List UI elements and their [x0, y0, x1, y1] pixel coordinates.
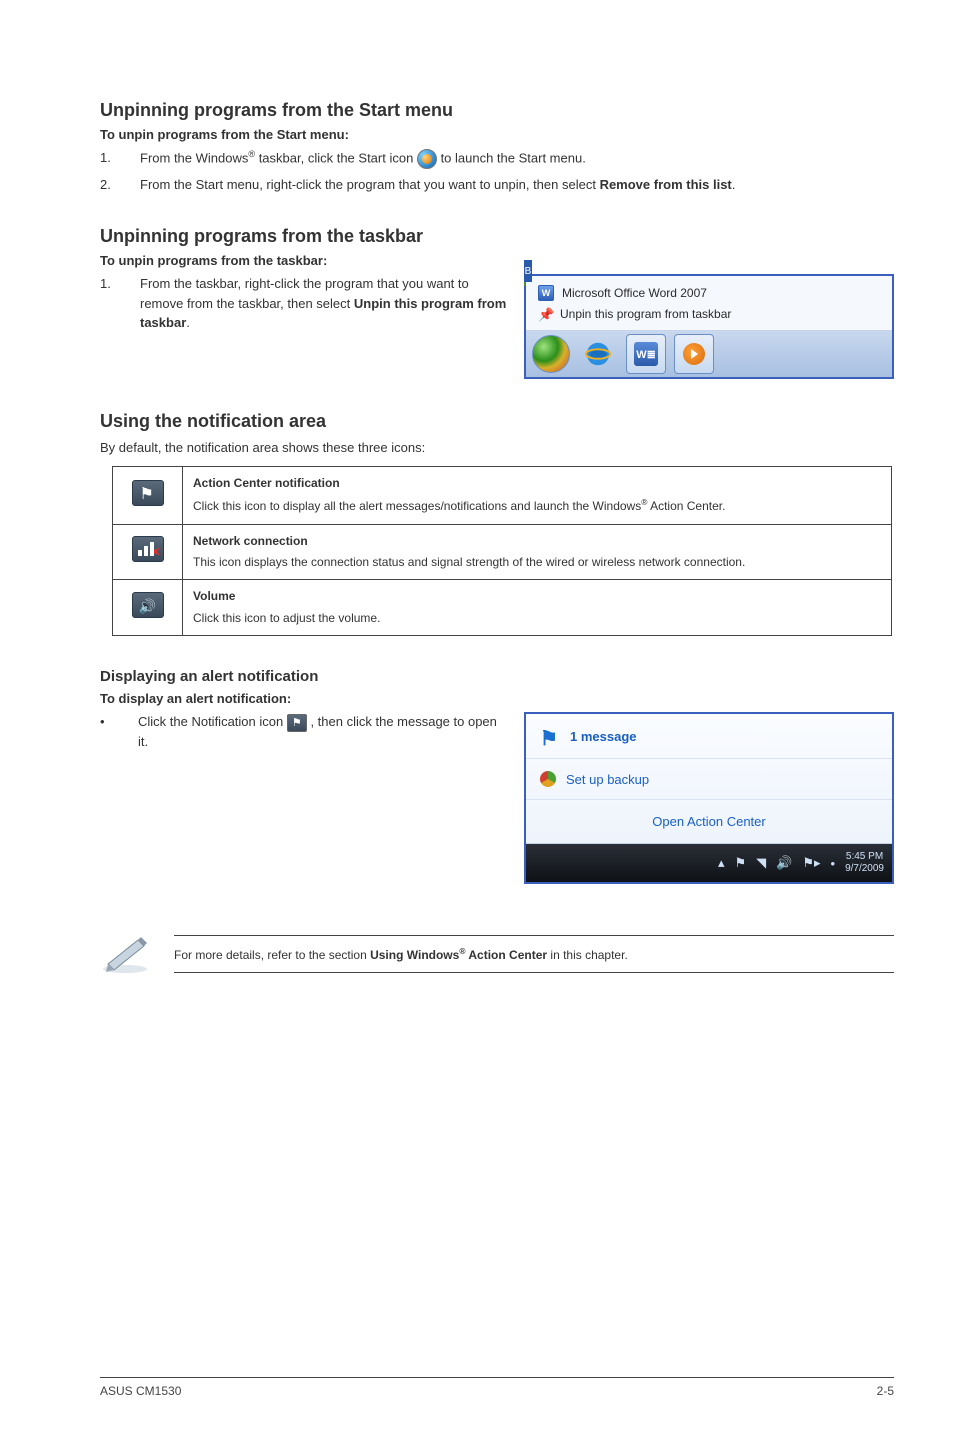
taskbar-ie-button[interactable]	[578, 334, 618, 374]
backup-icon	[540, 771, 556, 787]
bold-text: Remove from this list	[600, 177, 732, 192]
cell-title: Volume	[193, 588, 881, 605]
alert-message-row[interactable]: 1 message	[526, 714, 892, 759]
clock-time: 5:45 PM	[845, 851, 884, 863]
link-text: Open Action Center	[652, 814, 765, 829]
bullet-step: • Click the Notification icon , then cli…	[100, 712, 510, 751]
section-unpin-taskbar: Unpinning programs from the taskbar To u…	[100, 226, 894, 379]
alert-backup-text: Set up backup	[566, 772, 649, 787]
volume-icon	[132, 592, 164, 618]
tray-clock[interactable]: 5:45 PM 9/7/2009	[845, 851, 884, 875]
subhead-unpin-start: To unpin programs from the Start menu:	[100, 127, 894, 142]
note-text: For more details, refer to the section U…	[174, 935, 894, 973]
heading-unpin-start: Unpinning programs from the Start menu	[100, 100, 894, 121]
bold-text: Using Windows	[370, 948, 459, 962]
tray-notification-icon[interactable]: ⚑▸	[802, 855, 820, 871]
taskbar-wmp-button[interactable]	[674, 334, 714, 374]
jump-list-item-unpin[interactable]: 📌 Unpin this program from taskbar	[534, 304, 884, 324]
network-icon	[132, 536, 164, 562]
text: in this chapter.	[547, 948, 628, 962]
ie-icon	[583, 339, 613, 369]
text: .	[732, 177, 736, 192]
unpin-icon: 📌	[538, 307, 552, 321]
word-icon: W	[538, 285, 554, 301]
text: Click this icon to display all the alert…	[193, 499, 641, 513]
cell-title: Action Center notification	[193, 475, 881, 492]
cell-title: Network connection	[193, 533, 881, 550]
step-num: 2.	[100, 175, 140, 195]
text: From the Start menu, right-click the pro…	[140, 177, 600, 192]
window-edge-letter: B	[524, 260, 532, 282]
start-icon	[417, 149, 437, 169]
heading-display-alert: Displaying an alert notification	[100, 668, 894, 685]
text: .	[186, 315, 190, 330]
wmp-icon	[683, 343, 705, 365]
action-center-icon	[132, 480, 164, 506]
text: For more details, refer to the section	[174, 948, 370, 962]
text: Action Center.	[647, 499, 725, 513]
cell-desc: Click this icon to adjust the volume.	[193, 610, 881, 627]
section-unpin-start: Unpinning programs from the Start menu T…	[100, 100, 894, 194]
subhead-display-alert: To display an alert notification:	[100, 691, 894, 706]
heading-unpin-taskbar: Unpinning programs from the taskbar	[100, 226, 894, 247]
tray-network-icon[interactable]: ◥	[756, 855, 766, 871]
footer-right: 2-5	[877, 1384, 894, 1398]
pencil-icon	[100, 934, 150, 974]
tray-extra-icon[interactable]: •	[831, 856, 836, 871]
tray-flag-icon[interactable]: ⚑	[734, 855, 746, 871]
step-1: 1. From the Windows® taskbar, click the …	[100, 148, 894, 169]
page-footer: ASUS CM1530 2-5	[100, 1377, 894, 1398]
word-icon: W≣	[634, 342, 658, 366]
section-notification-area: Using the notification area By default, …	[100, 411, 894, 636]
screenshot-taskbar-menu: B W Microsoft Office Word 2007 📌 Unpin t…	[524, 274, 894, 379]
text: From the Windows	[140, 150, 248, 165]
subhead-unpin-taskbar: To unpin programs from the taskbar:	[100, 253, 894, 268]
table-row: Network connection This icon displays th…	[113, 524, 892, 580]
step-num: 1.	[100, 148, 140, 168]
step-content: From the Start menu, right-click the pro…	[140, 175, 894, 195]
cell-desc: Click this icon to display all the alert…	[193, 496, 881, 515]
footer-left: ASUS CM1530	[100, 1384, 181, 1398]
menu-label: Unpin this program from taskbar	[560, 307, 731, 321]
menu-label: Microsoft Office Word 2007	[562, 286, 707, 300]
tray-volume-icon[interactable]: 🔊	[776, 855, 792, 871]
step-content: From the Windows® taskbar, click the Sta…	[140, 148, 894, 169]
step-2: 2. From the Start menu, right-click the …	[100, 175, 894, 195]
taskbar-word-button[interactable]: W≣	[626, 334, 666, 374]
screenshot-action-center-popup: 1 message Set up backup Open Action Cent…	[524, 712, 894, 884]
section-display-alert: Displaying an alert notification To disp…	[100, 668, 894, 884]
note-callout: For more details, refer to the section U…	[100, 934, 894, 974]
flag-icon	[540, 726, 560, 746]
bold-text: Action Center	[466, 948, 548, 962]
alert-backup-row[interactable]: Set up backup	[526, 759, 892, 800]
step-num: 1.	[100, 274, 140, 294]
bullet: •	[100, 712, 108, 732]
heading-notification-area: Using the notification area	[100, 411, 894, 432]
text: taskbar, click the Start icon	[255, 150, 417, 165]
taskbar-tray: ▴ ⚑ ◥ 🔊 ⚑▸ • 5:45 PM 9/7/2009	[526, 844, 892, 882]
step-1: 1. From the taskbar, right-click the pro…	[100, 274, 510, 333]
open-action-center-link[interactable]: Open Action Center	[526, 800, 892, 843]
jump-list-item-word[interactable]: W Microsoft Office Word 2007	[534, 282, 884, 304]
alert-message-text: 1 message	[570, 729, 637, 744]
table-row: Volume Click this icon to adjust the vol…	[113, 580, 892, 636]
cell-desc: This icon displays the connection status…	[193, 554, 881, 571]
notification-flag-icon	[287, 714, 307, 732]
text: to launch the Start menu.	[441, 150, 586, 165]
taskbar: W≣	[526, 331, 892, 377]
tray-chevron-icon[interactable]: ▴	[718, 855, 725, 871]
notification-icons-table: Action Center notification Click this ic…	[112, 466, 892, 636]
text: Click the Notification icon	[138, 714, 287, 729]
intro-text: By default, the notification area shows …	[100, 438, 894, 458]
start-button[interactable]	[532, 335, 570, 373]
step-content: From the taskbar, right-click the progra…	[140, 274, 510, 333]
bullet-content: Click the Notification icon , then click…	[138, 712, 510, 751]
clock-date: 9/7/2009	[845, 863, 884, 875]
table-row: Action Center notification Click this ic…	[113, 466, 892, 524]
